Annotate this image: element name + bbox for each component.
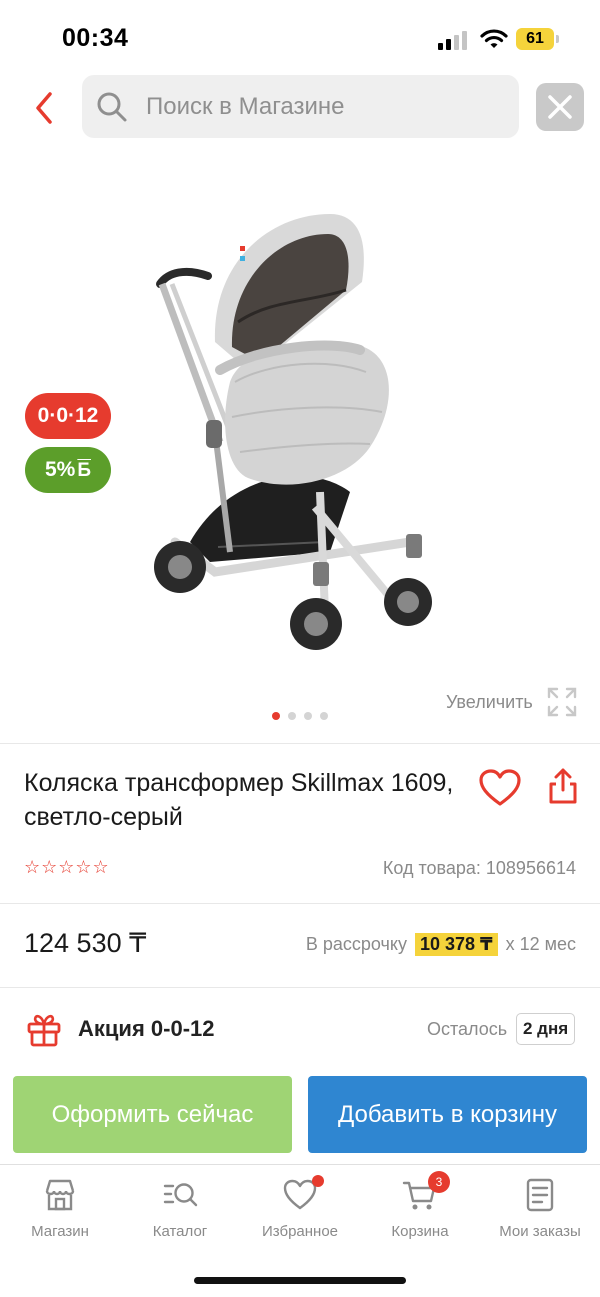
search-icon [97, 92, 127, 122]
tab-label: Избранное [261, 1223, 339, 1240]
product-price: 124 530 ₸ [24, 928, 147, 958]
status-time: 00:34 [62, 24, 129, 52]
tab-store[interactable]: Магазин [0, 1165, 120, 1255]
promo-row[interactable]: Акция 0-0-12 Осталось 2 дня [0, 1000, 600, 1060]
product-code: Код товара: 108956614 [382, 858, 576, 878]
tab-label: Каталог [152, 1223, 208, 1240]
promo-remaining-label: Осталось [427, 1019, 508, 1039]
bonus-badge: 5% Б [25, 447, 111, 493]
expand-icon [547, 687, 577, 717]
search-input[interactable] [146, 75, 506, 138]
add-to-cart-button[interactable]: Добавить в корзину [308, 1076, 587, 1153]
back-arrow-icon[interactable] [26, 88, 62, 128]
installment-suffix: x 12 мес [505, 934, 576, 954]
installment-amount: 10 378 ₸ [414, 933, 498, 956]
pagination-dot[interactable] [320, 712, 328, 720]
gift-icon [27, 1014, 61, 1047]
bonus-percent: 5% [44, 458, 76, 481]
close-search-button[interactable] [536, 83, 584, 131]
search-header [0, 72, 600, 142]
tab-label: Магазин [31, 1223, 89, 1240]
installment-badge: 0·0·12 [25, 393, 111, 439]
bonus-symbol: Б [77, 460, 91, 481]
battery-tip [556, 35, 559, 43]
wifi-icon [480, 29, 508, 48]
battery-indicator: 61 [516, 28, 560, 52]
share-icon[interactable] [547, 766, 579, 806]
pagination-dot[interactable] [272, 712, 280, 720]
tab-label: Мои заказы [499, 1223, 581, 1240]
promo-days-left: 2 дня [516, 1013, 576, 1045]
battery-level: 61 [516, 28, 554, 50]
pagination-dot[interactable] [288, 712, 296, 720]
orders-icon [526, 1178, 554, 1212]
rating-stars[interactable]: ☆☆☆☆☆ [24, 857, 110, 878]
installment-info: В рассрочку 10 378 ₸ x 12 мес [306, 933, 576, 956]
checkout-now-button[interactable]: Оформить сейчас [13, 1076, 292, 1153]
cellular-signal-icon [438, 31, 467, 50]
close-icon [548, 95, 572, 119]
tab-cart[interactable]: 3 Корзина [360, 1165, 480, 1255]
product-title: Коляска трансформер Skillmax 1609, светл… [24, 769, 454, 831]
search-box[interactable] [82, 75, 519, 138]
product-gallery[interactable]: 0·0·12 5% Б Увеличить [0, 142, 600, 742]
home-indicator[interactable] [194, 1277, 406, 1284]
store-icon [45, 1179, 75, 1211]
status-bar: 00:34 61 [0, 0, 600, 70]
pagination-dot[interactable] [304, 712, 312, 720]
stroller-product-image[interactable] [120, 172, 480, 672]
tab-catalog[interactable]: Каталог [120, 1165, 240, 1255]
tab-favorites[interactable]: Избранное [240, 1165, 360, 1255]
tab-label: Корзина [391, 1223, 449, 1240]
promo-label: Акция 0-0-12 [78, 1016, 215, 1041]
cart-count-badge: 3 [428, 1171, 450, 1193]
zoom-label: Увеличить [446, 692, 533, 712]
divider [0, 987, 600, 988]
divider [0, 743, 600, 744]
favorite-heart-icon[interactable] [478, 768, 522, 808]
tab-my-orders[interactable]: Мои заказы [480, 1165, 600, 1255]
installment-prefix: В рассрочку [305, 934, 407, 954]
catalog-search-icon [163, 1183, 198, 1207]
favorites-notification-dot [312, 1175, 324, 1187]
divider [0, 903, 600, 904]
